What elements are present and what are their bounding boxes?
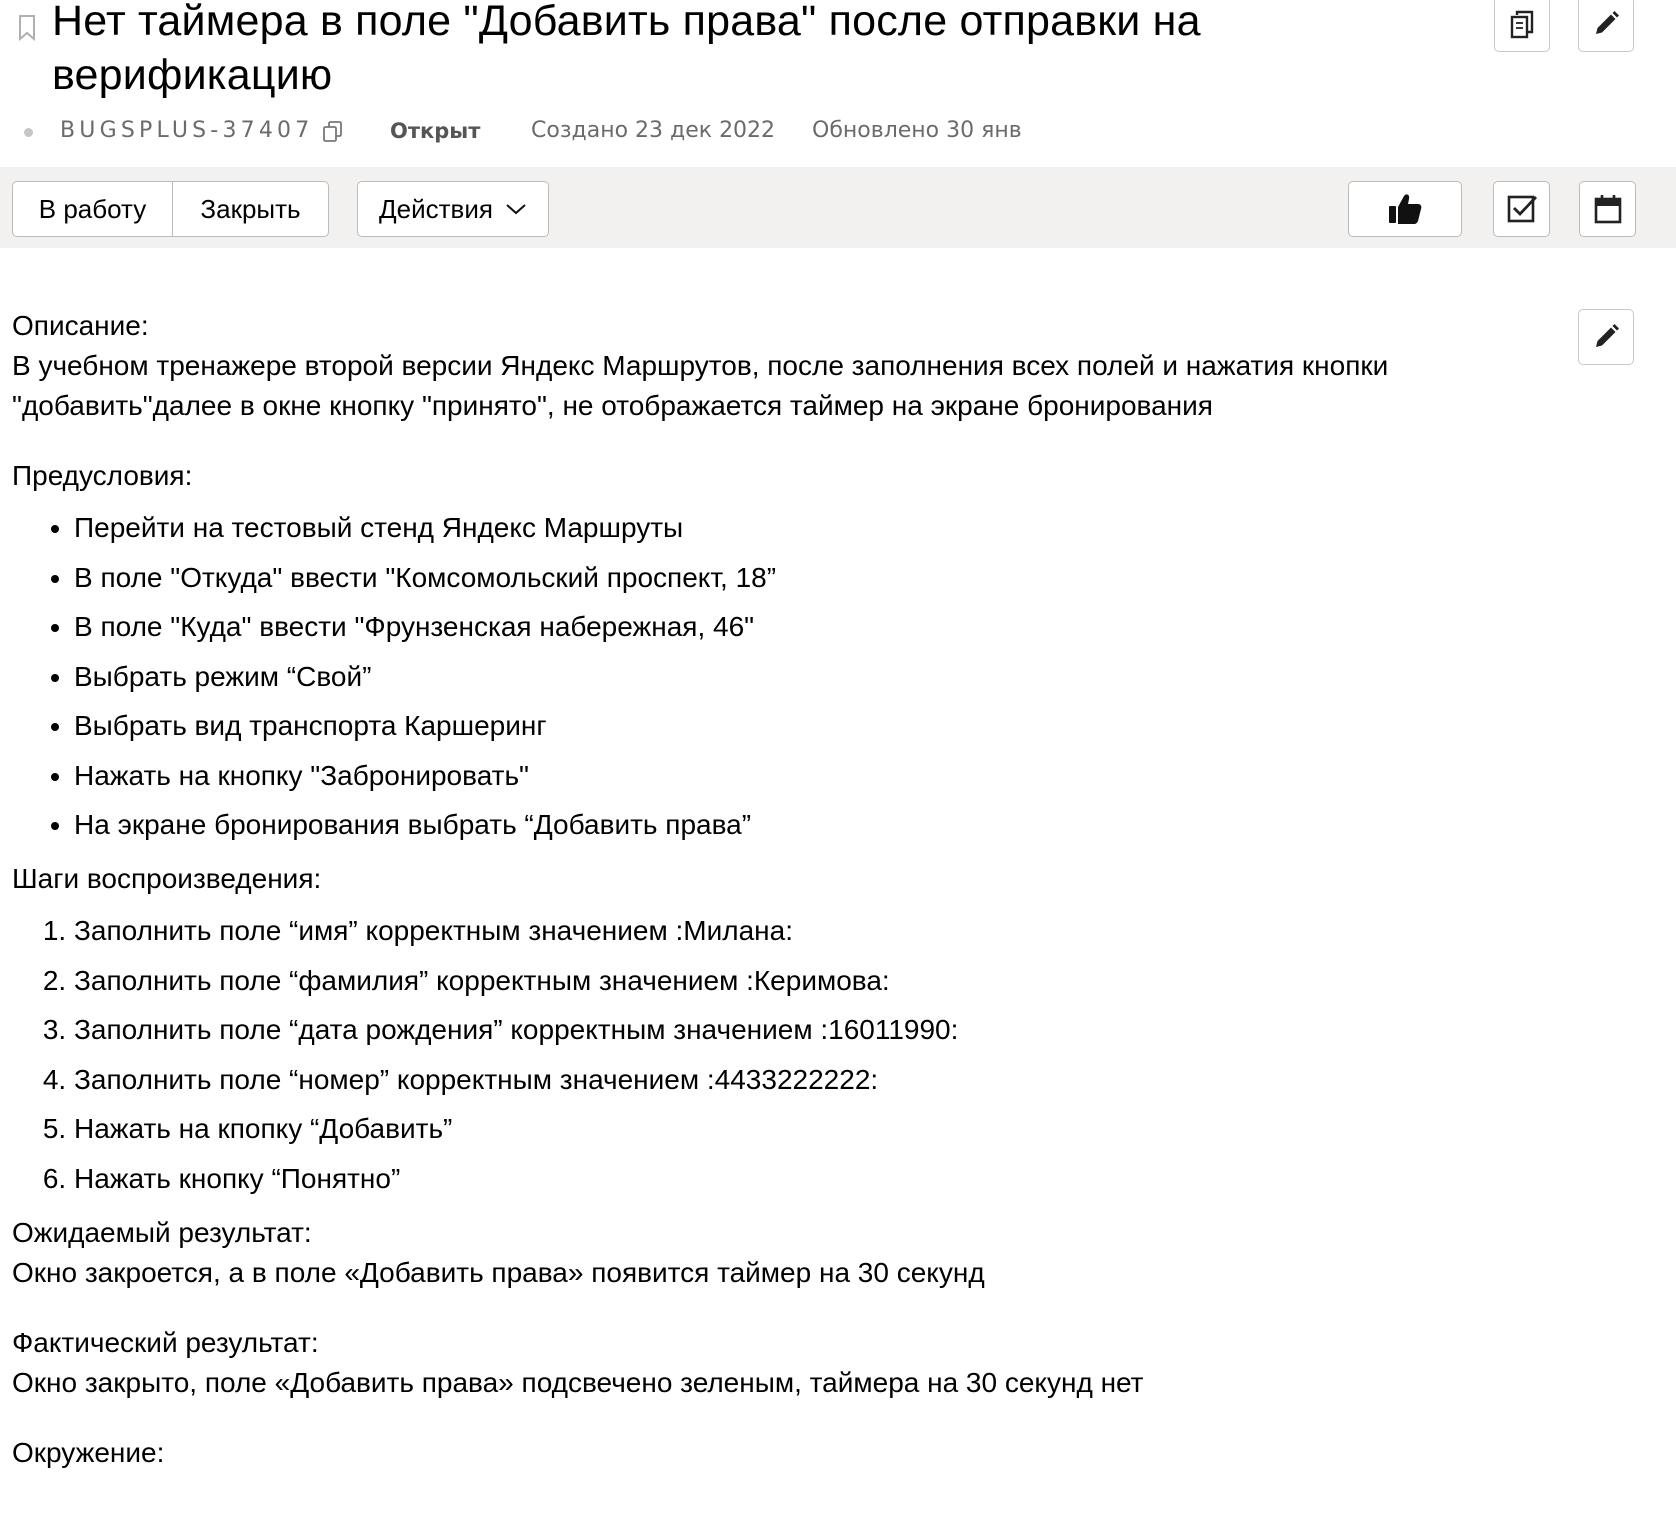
calendar-icon <box>1594 195 1621 224</box>
list-item: Нажать кнопку “Понятно” <box>74 1159 1552 1199</box>
list-item: Заполнить поле “имя” корректным значение… <box>74 911 1552 951</box>
close-issue-button[interactable]: Закрыть <box>172 181 329 237</box>
steps-list: Заполнить поле “имя” корректным значение… <box>12 911 1552 1199</box>
created-date: Создано 23 дек 2022 <box>531 118 776 143</box>
issue-description: Описание: В учебном тренажере второй вер… <box>12 306 1552 1473</box>
page-title: Нет таймера в поле "Добавить права" посл… <box>52 0 1201 99</box>
description-text: В учебном тренажере второй версии Яндекс… <box>12 350 1389 421</box>
list-item: В поле "Откуда" ввести "Комсомольский пр… <box>74 558 1552 598</box>
copy-key-icon[interactable] <box>322 120 344 144</box>
action-toolbar: В работу Закрыть Действия <box>0 167 1676 248</box>
checkbox-icon <box>1507 195 1537 223</box>
preconditions-label: Предусловия: <box>12 460 193 491</box>
list-item: Заполнить поле “дата рождения” корректны… <box>74 1010 1552 1050</box>
thumbs-up-icon <box>1389 194 1422 224</box>
status-badge[interactable]: Открыт <box>390 119 480 143</box>
environment-label: Окружение: <box>12 1436 165 1468</box>
actions-dropdown[interactable]: Действия <box>357 181 549 237</box>
expected-label: Ожидаемый результат: <box>12 1216 312 1248</box>
checklist-button[interactable] <box>1493 181 1550 237</box>
start-work-button[interactable]: В работу <box>12 181 173 237</box>
list-item: На экране бронирования выбрать “Добавить… <box>74 805 1552 845</box>
issue-key[interactable]: BUGSPLUS-37407 <box>60 118 313 143</box>
expected-text: Окно закроется, а в поле «Добавить права… <box>12 1256 985 1288</box>
list-item: В поле "Куда" ввести "Фрунзенская набере… <box>74 607 1552 647</box>
actions-label: Действия <box>379 193 493 224</box>
bookmark-icon[interactable] <box>17 14 37 42</box>
copy-link-button[interactable] <box>1494 0 1550 52</box>
priority-dot <box>24 128 33 137</box>
copy-icon <box>1510 10 1534 39</box>
actual-label: Фактический результат: <box>12 1326 319 1358</box>
list-item: Нажать на кнопку "Забронировать" <box>74 756 1552 796</box>
list-item: Выбрать режим “Свой” <box>74 657 1552 697</box>
list-item: Заполнить поле “фамилия” корректным знач… <box>74 961 1552 1001</box>
edit-description-button[interactable] <box>1578 309 1634 365</box>
chevron-down-icon <box>506 204 526 215</box>
pencil-icon <box>1596 324 1619 347</box>
like-button[interactable] <box>1348 181 1462 237</box>
issue-meta: BUGSPLUS-37407 Открыт Создано 23 дек 202… <box>0 118 1100 148</box>
list-item: Перейти на тестовый стенд Яндекс Маршрут… <box>74 508 1552 548</box>
list-item: Выбрать вид транспорта Каршеринг <box>74 706 1552 746</box>
pencil-icon <box>1596 11 1619 34</box>
preconditions-list: Перейти на тестовый стенд Яндекс Маршрут… <box>12 508 1552 845</box>
updated-date: Обновлено 30 янв <box>812 118 1022 143</box>
steps-label: Шаги воспроизведения: <box>12 863 322 894</box>
calendar-button[interactable] <box>1579 181 1636 237</box>
issue-header: Нет таймера в поле "Добавить права" посл… <box>0 0 1676 167</box>
list-item: Нажать на кпопку “Добавить” <box>74 1109 1552 1149</box>
list-item: Заполнить поле “номер” корректным значен… <box>74 1060 1552 1100</box>
description-label: Описание: <box>12 310 149 341</box>
actual-text: Окно закрыто, поле «Добавить права» подс… <box>12 1366 1144 1398</box>
edit-title-button[interactable] <box>1578 0 1634 52</box>
